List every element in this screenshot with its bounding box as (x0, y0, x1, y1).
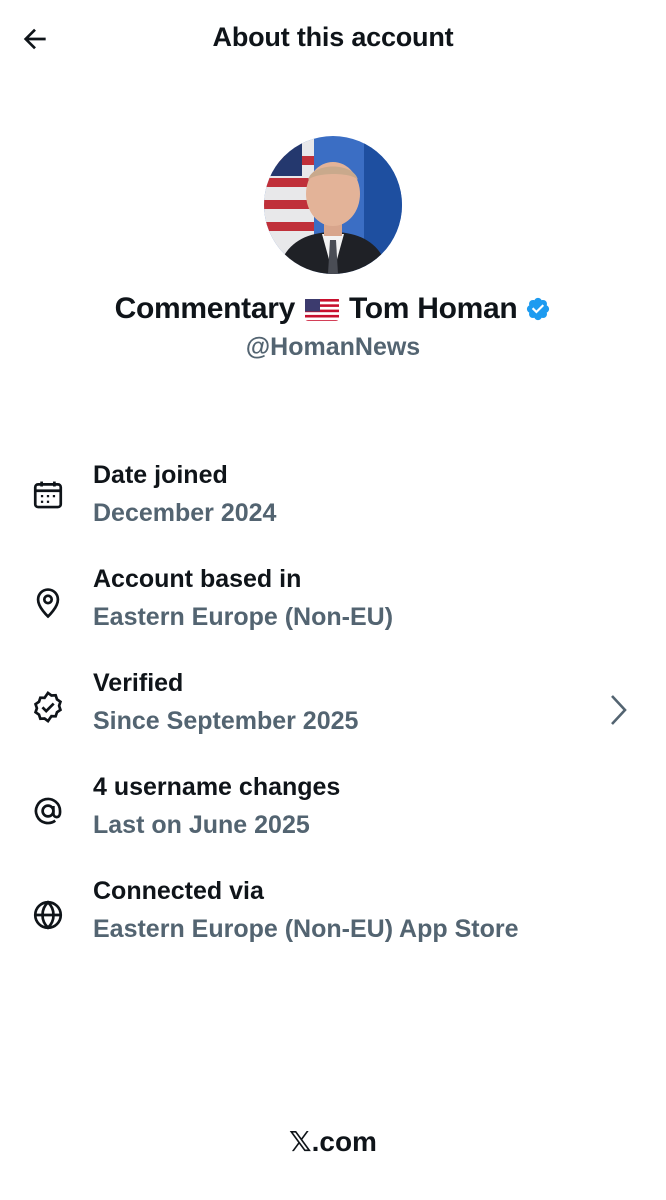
display-name: Commentary Tom Homan (0, 292, 666, 326)
info-subtitle: Since September 2025 (93, 707, 359, 735)
globe-icon (30, 897, 66, 933)
info-row-verified[interactable]: Verified Since September 2025 (0, 663, 666, 753)
us-flag-icon (304, 297, 339, 321)
verified-check-icon[interactable] (525, 296, 551, 322)
info-title: Date joined (93, 461, 228, 489)
page-title: About this account (212, 22, 454, 52)
verified-badge-icon (30, 689, 66, 725)
info-subtitle: Eastern Europe (Non-EU) (93, 603, 394, 631)
display-name-suffix: Tom Homan (348, 292, 518, 325)
info-title: Account based in (93, 565, 302, 593)
username-handle: @HomanNews (245, 333, 421, 361)
info-subtitle: December 2024 (93, 499, 277, 527)
info-title: 4 username changes (93, 773, 341, 801)
info-row-date-joined: Date joined December 2024 (0, 455, 666, 545)
info-title: Connected via (93, 877, 264, 905)
calendar-icon (30, 477, 66, 513)
avatar[interactable] (264, 136, 402, 274)
info-row-username-changes: 4 username changes Last on June 2025 (0, 767, 666, 857)
location-pin-icon (30, 585, 66, 621)
info-row-account-based-in: Account based in Eastern Europe (Non-EU) (0, 559, 666, 649)
info-row-connected-via: Connected via Eastern Europe (Non-EU) Ap… (0, 871, 666, 961)
display-name-prefix: Commentary (114, 292, 296, 325)
at-sign-icon (30, 793, 66, 829)
info-title: Verified (93, 669, 184, 697)
info-subtitle: Last on June 2025 (93, 811, 310, 839)
x-dot-com-link[interactable]: 𝕏.com (0, 1125, 666, 1158)
header-bar: About this account (0, 0, 666, 80)
chevron-right-icon[interactable] (608, 693, 630, 727)
info-subtitle: Eastern Europe (Non-EU) App Store (93, 915, 519, 943)
